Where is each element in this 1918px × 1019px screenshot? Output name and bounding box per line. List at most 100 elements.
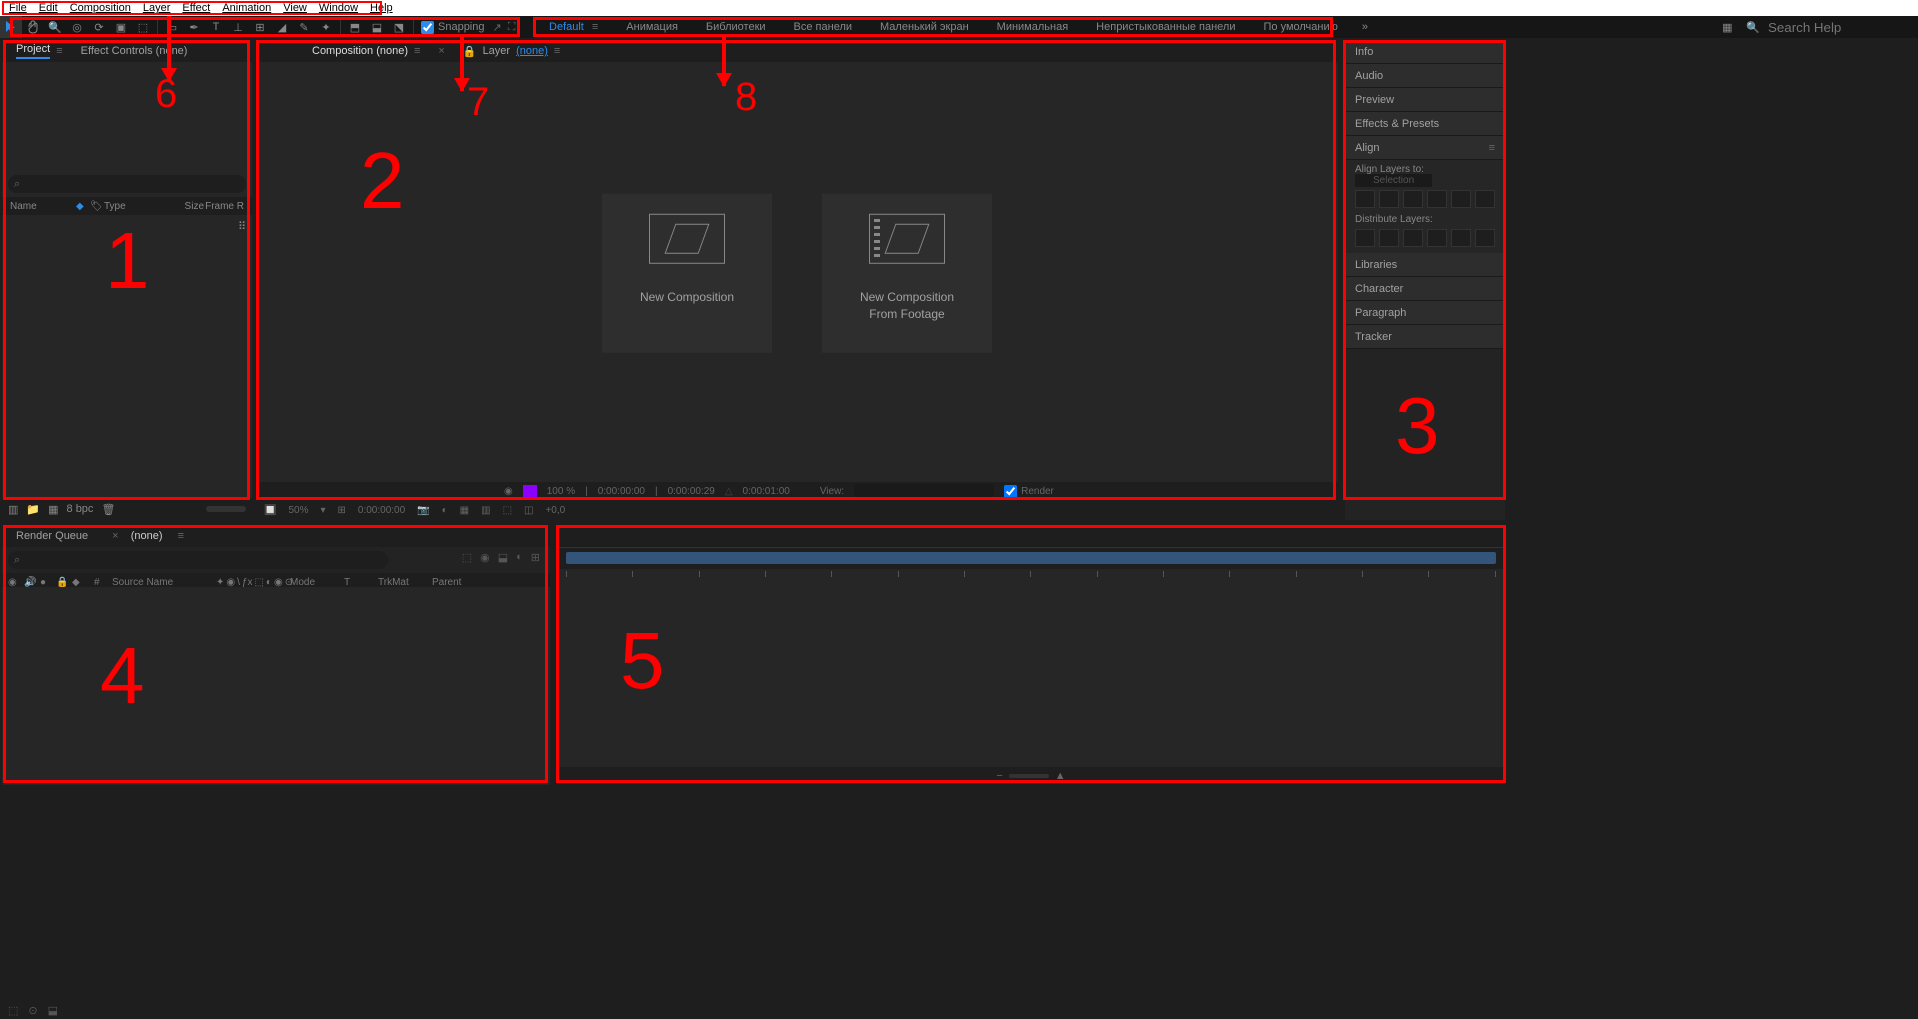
viewer-mask-icon[interactable]: ⬚ [503,505,512,516]
tl-tool-icon[interactable]: ⬚ [462,551,472,564]
zoom-tool-icon[interactable]: 🔍 [44,16,66,38]
snapping-checkbox[interactable] [421,21,434,34]
col-lock-icon[interactable]: 🔒 [56,577,68,588]
workspace-animation[interactable]: Анимация [612,16,692,38]
workspace-small[interactable]: Маленький экран [866,16,983,38]
col-mode[interactable]: Mode [290,577,340,588]
viewer-snapshot-icon[interactable]: 📷 [417,505,429,516]
viewer-3d-icon[interactable]: ◫ [524,505,533,516]
type-tool-icon[interactable]: T [205,16,227,38]
project-search[interactable]: ⌕ [8,175,246,193]
viewer-time[interactable]: 0:00:00:00 [358,505,405,516]
viewer-offset[interactable]: +0,0 [545,505,565,516]
world-axis-icon[interactable]: ⬓ [366,16,388,38]
rotate-tool-icon[interactable]: ⟳ [88,16,110,38]
menu-window[interactable]: Window [313,2,364,14]
dist-right-icon[interactable] [1475,229,1495,247]
workspace-minimal[interactable]: Минимальная [983,16,1083,38]
col-label-icon[interactable]: ◆ [76,201,90,212]
viewer-mag-icon[interactable]: 🔲 [264,505,276,516]
col-label-icon[interactable]: ◆ [72,577,90,588]
comp-view-select[interactable] [854,484,994,498]
align-hcenter-icon[interactable] [1379,190,1399,208]
rectangle-tool-icon[interactable]: ▭ [161,16,183,38]
timeline-ruler[interactable] [556,569,1506,587]
new-composition-from-footage-button[interactable]: New CompositionFrom Footage [822,194,992,353]
align-to-select[interactable]: Selection [1355,174,1432,187]
col-speaker-icon[interactable]: 🔊 [24,577,36,588]
tab-effect-controls[interactable]: Effect Controls (none) [73,42,196,60]
panel-character[interactable]: Character [1345,277,1505,301]
workspace-undocked[interactable]: Непристыкованные панели [1082,16,1249,38]
workspace-more-icon[interactable]: » [1352,21,1378,33]
col-tag-icon[interactable]: 🏷 [90,201,104,212]
pen-tool-icon[interactable]: ✒ [183,16,205,38]
menu-help[interactable]: Help [364,2,399,14]
new-composition-button[interactable]: New Composition [602,194,772,353]
tl-tool-icon[interactable]: ◐ [516,551,523,564]
comp-out[interactable]: 0:00:00:29 [668,486,715,497]
dist-bottom-icon[interactable] [1403,229,1423,247]
viewer-grid-icon[interactable]: ▦ [460,505,469,516]
menu-animation[interactable]: Animation [216,2,277,14]
tab-layer[interactable]: 🔒 Layer (none) ≡ [455,42,568,61]
tab-composition-close[interactable]: × [430,42,452,60]
tab-project[interactable]: Project≡ [8,40,71,62]
status-icon[interactable]: ⬓ [48,1004,58,1017]
menu-effect[interactable]: Effect [176,2,216,14]
col-t[interactable]: T [344,577,374,588]
align-left-icon[interactable] [1355,190,1375,208]
menu-layer[interactable]: Layer [137,2,177,14]
panel-tracker[interactable]: Tracker [1345,325,1505,349]
snap-opt-icon[interactable]: ↗ [493,21,502,34]
col-size[interactable]: Size [164,201,204,212]
roto-tool-icon[interactable]: ✎ [293,16,315,38]
search-input[interactable] [1768,20,1908,35]
panel-preview[interactable]: Preview [1345,88,1505,112]
panel-audio[interactable]: Audio [1345,64,1505,88]
timeline-track-area[interactable] [556,587,1506,765]
brush-tool-icon[interactable]: ⊥ [227,16,249,38]
viewer-res-icon[interactable]: ⊞ [338,505,346,516]
camera-tool-icon[interactable]: ▣ [110,16,132,38]
status-icon[interactable]: ⬚ [8,1004,18,1017]
col-name[interactable]: Name [10,201,76,212]
align-right-icon[interactable] [1403,190,1423,208]
workspace-libraries[interactable]: Библиотеки [692,16,780,38]
comp-zoom[interactable]: 100 % [547,486,575,497]
panel-align[interactable]: Align≡ [1345,136,1505,160]
menu-edit[interactable]: Edit [33,2,64,14]
tl-tool-icon[interactable]: ⬓ [498,551,508,564]
eraser-tool-icon[interactable]: ◢ [271,16,293,38]
project-flowchart-icon[interactable]: ⠿ [238,220,246,233]
viewer-zoom[interactable]: 50% [288,505,308,516]
menu-composition[interactable]: Composition [64,2,137,14]
col-frame[interactable]: Frame R [204,201,244,212]
timeline-workarea[interactable] [556,547,1506,569]
col-eye-icon[interactable]: ◉ [8,577,20,588]
selection-tool-icon[interactable] [0,16,22,38]
sync-icon[interactable]: ▦ [1716,21,1738,34]
dist-top-icon[interactable] [1355,229,1375,247]
local-axis-icon[interactable]: ⬒ [344,16,366,38]
project-zoom-slider[interactable] [206,506,246,512]
menu-file[interactable]: File [3,2,33,14]
interpret-icon[interactable]: ▥ [8,503,18,516]
align-bottom-icon[interactable] [1475,190,1495,208]
viewer-channel-icon[interactable]: ◐ [442,505,448,516]
snapping-toggle[interactable]: Snapping [421,21,485,34]
menu-view[interactable]: View [277,2,313,14]
dist-left-icon[interactable] [1427,229,1447,247]
puppet-tool-icon[interactable]: ✦ [315,16,337,38]
panel-libraries[interactable]: Libraries [1345,253,1505,277]
render-checkbox[interactable] [1004,485,1017,498]
dist-vcenter-icon[interactable] [1379,229,1399,247]
workspace-default-ru[interactable]: По умолчанию [1249,16,1351,38]
col-type[interactable]: Type [104,201,164,212]
panbehind-tool-icon[interactable]: ⬚ [132,16,154,38]
timeline-timebar[interactable] [556,525,1506,547]
delete-icon[interactable]: 🗑 [101,503,115,516]
status-icon[interactable]: ⊙ [28,1004,37,1017]
comp-dur[interactable]: 0:00:01:00 [743,486,790,497]
tab-composition[interactable]: Composition (none)≡ [304,42,428,60]
